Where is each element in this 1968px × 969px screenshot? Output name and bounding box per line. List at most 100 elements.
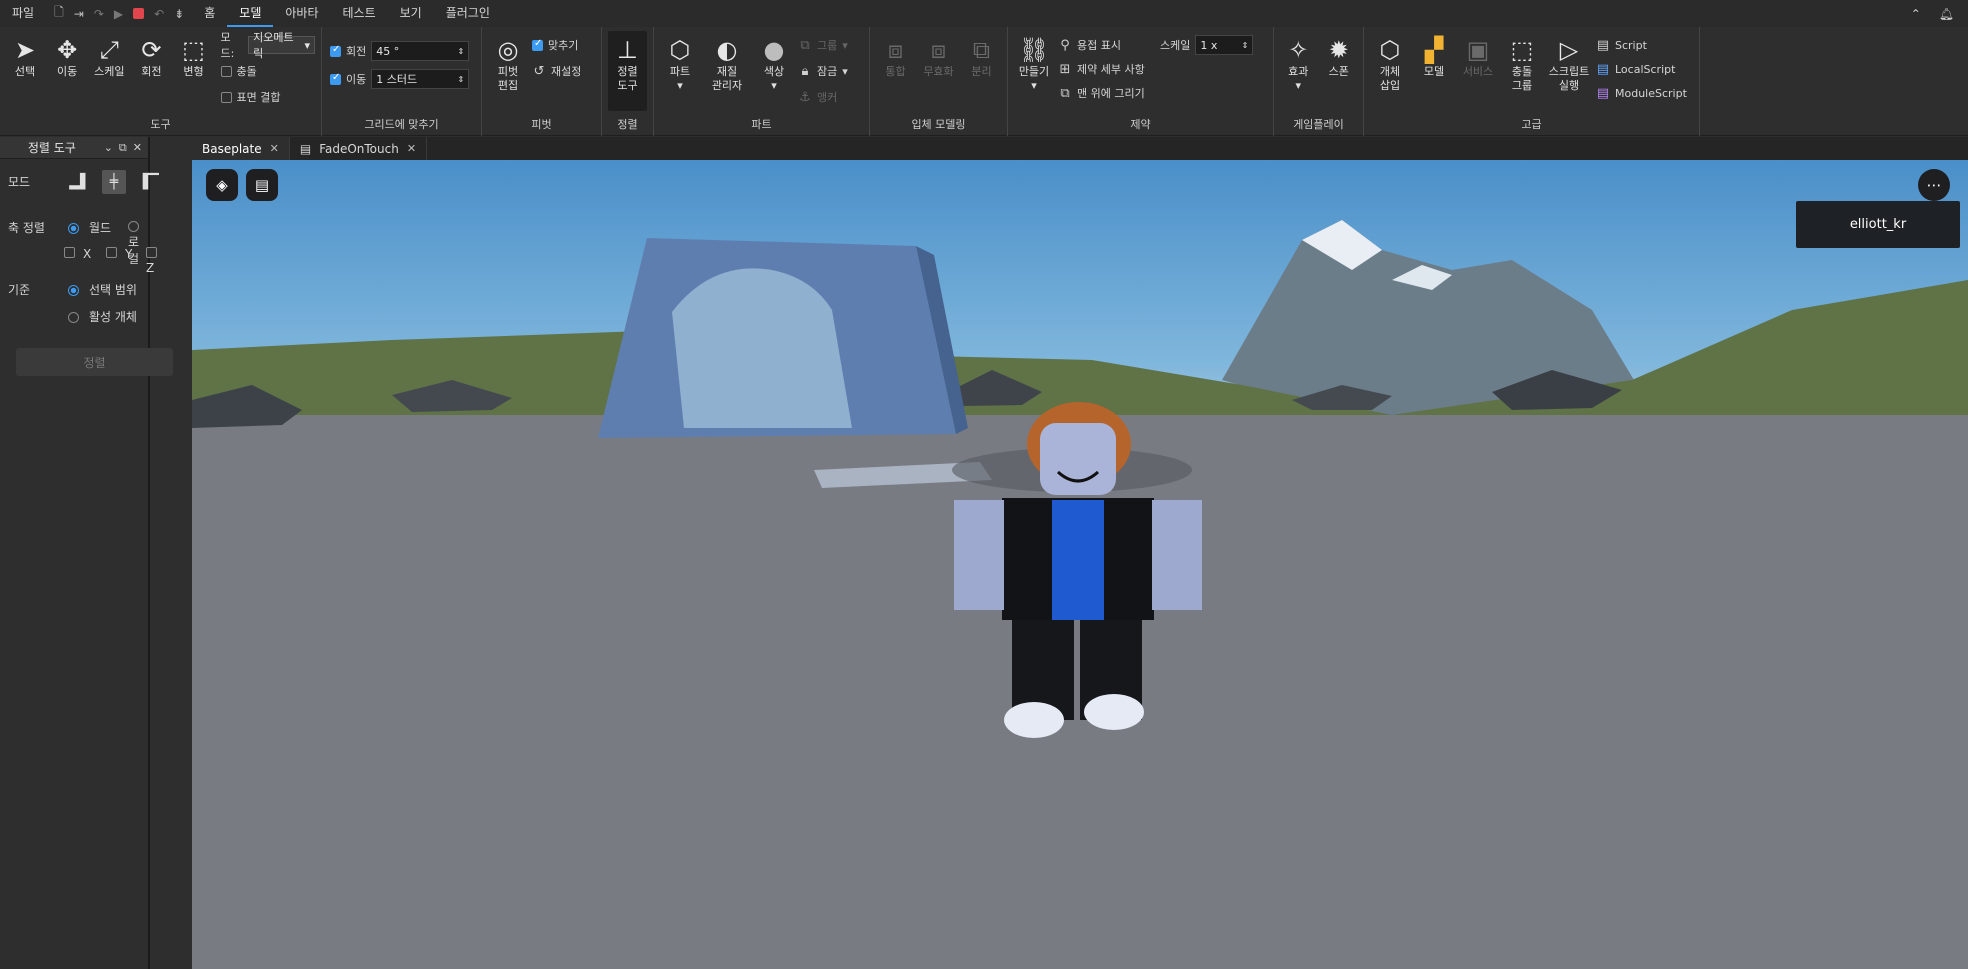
menu-avatar[interactable]: 아바타: [273, 0, 330, 27]
script-icon: ▤: [1596, 37, 1610, 53]
tab-baseplate[interactable]: Baseplate ✕: [192, 137, 290, 160]
pivot-snap-checkbox[interactable]: [532, 38, 543, 51]
module-script-button[interactable]: ModuleScript: [1615, 87, 1687, 100]
reset-pivot-button[interactable]: 재설정: [551, 63, 581, 79]
script-button[interactable]: Script: [1615, 39, 1647, 52]
constraint-details-button[interactable]: 제약 세부 사항: [1077, 61, 1145, 77]
menu-model[interactable]: 모델: [227, 0, 274, 27]
reset-icon: ↺: [533, 63, 545, 79]
y-axis-checkbox[interactable]: Y: [106, 247, 132, 261]
mode-dropdown[interactable]: 지오메트릭 ▾: [248, 31, 315, 60]
new-file-icon[interactable]: 🗋: [54, 3, 64, 24]
panel-menu-icon[interactable]: ⌄: [104, 141, 113, 154]
spinner-icon[interactable]: ⇕: [1242, 41, 1249, 50]
play-icon[interactable]: ▶: [114, 7, 123, 21]
relative-to-label: 기준: [8, 283, 31, 297]
move-snap-input[interactable]: 1 스터드 ⇕: [371, 69, 470, 89]
roblox-menu-icon[interactable]: ◈: [206, 169, 238, 201]
more-options-icon[interactable]: ⋯: [1918, 169, 1950, 201]
panel-undock-icon[interactable]: ⧉: [119, 141, 127, 155]
menu-bar: 파일 🗋 ⇥ ↷ ▶ ↶ ⇟ 홈 모델 아바타 테스트 보기 플러그인 ⌃ 🔔︎: [0, 0, 1968, 27]
undo-icon[interactable]: ↶: [154, 7, 164, 21]
constraint-group: ⛓︎ 만들기 ▾ ⚲ 용접 표시 스케일 1 x ⇕ ⊞ 제약 세부 사항 ⧉ 맨 위에 그…: [1008, 27, 1274, 136]
module-script-icon: ▤: [1596, 85, 1610, 101]
menu-view[interactable]: 보기: [388, 0, 434, 27]
x-axis-checkbox[interactable]: X: [64, 247, 91, 261]
selection-bounds-radio[interactable]: 선택 범위: [68, 281, 137, 298]
spinner-icon[interactable]: ⇕: [458, 75, 465, 84]
spawn-icon: ✹: [1328, 36, 1349, 64]
player-list-entry[interactable]: elliott_kr: [1796, 201, 1960, 248]
local-script-icon: ▤: [1596, 61, 1610, 77]
avatar-left-shoe: [1004, 702, 1064, 738]
collapse-ribbon-icon[interactable]: ⌃: [1911, 7, 1921, 21]
align-icon: ⊥: [617, 36, 638, 64]
cube-icon: ⬡: [669, 36, 691, 64]
spinner-icon[interactable]: ⇕: [458, 47, 465, 56]
scale-icon: ⤢: [99, 36, 119, 64]
join-surfaces-checkbox[interactable]: [220, 91, 232, 103]
align-center-icon[interactable]: ╪: [102, 170, 126, 194]
chat-icon[interactable]: ▤: [246, 169, 278, 201]
menu-plugins[interactable]: 플러그인: [434, 0, 502, 27]
close-tab-icon[interactable]: ✕: [407, 142, 416, 155]
local-script-button[interactable]: LocalScript: [1615, 63, 1675, 76]
grid-snap-group: 회전 45 °⇕ 이동 1 스터드⇕ 그리드에 맞추기: [322, 27, 482, 136]
avatar-head: [1040, 423, 1116, 495]
draw-on-top-button[interactable]: 맨 위에 그리기: [1077, 85, 1145, 101]
group-icon: ⧉: [800, 37, 810, 53]
align-tool[interactable]: ⊥ 정렬 도구: [608, 31, 647, 111]
notification-icon[interactable]: 🔔︎: [1939, 7, 1954, 21]
align-group: ⊥ 정렬 도구 정렬: [602, 27, 654, 136]
negate-icon: ⧈: [930, 36, 947, 64]
z-axis-checkbox[interactable]: Z: [146, 247, 165, 275]
constraint-icon: ⛓︎: [1018, 36, 1050, 64]
weld-icon: ⚲: [1060, 37, 1070, 53]
menu-file[interactable]: 파일: [0, 0, 46, 27]
rotate-snap-checkbox[interactable]: [330, 44, 341, 57]
show-welds-button[interactable]: 용접 표시: [1077, 37, 1121, 53]
panel-title: 정렬 도구: [27, 141, 76, 155]
document-tabs: Baseplate ✕ ▤ FadeOnTouch ✕: [192, 137, 1968, 160]
mode-label: 모드: [8, 175, 31, 189]
scene: [192, 220, 1968, 969]
group-button[interactable]: 그룹: [817, 37, 837, 53]
insert-object-icon: ⬡: [1379, 36, 1401, 64]
menu-test[interactable]: 테스트: [331, 0, 388, 27]
lock-icon: 🔒︎: [801, 63, 809, 79]
avatar-right-shoe: [1084, 694, 1144, 730]
service-icon: ▣: [1466, 36, 1490, 64]
constraint-scale-input[interactable]: 1 x ⇕: [1195, 35, 1254, 55]
move-snap-checkbox[interactable]: [330, 72, 341, 85]
collision-checkbox[interactable]: [220, 65, 232, 77]
rotate-snap-input[interactable]: 45 ° ⇕: [371, 41, 470, 61]
close-tab-icon[interactable]: ✕: [270, 142, 279, 155]
3d-viewport[interactable]: ◈ ▤ ⋯ elliott_kr: [192, 160, 1968, 969]
avatar-shirt: [1052, 500, 1104, 620]
menu-home[interactable]: 홈: [192, 0, 227, 27]
align-tool-panel: 정렬 도구 ⌄ ⧉ ✕ 모드 ▂▌ ╪ ▐▔ 축 정렬 월드 로컬 X Y Z …: [0, 137, 173, 969]
color-swatch-icon: ●: [763, 36, 785, 64]
align-button[interactable]: 정렬: [16, 348, 173, 376]
avatar-right-arm: [1152, 500, 1202, 610]
panel-close-icon[interactable]: ✕: [133, 141, 142, 154]
cursor-icon: ➤: [15, 36, 36, 64]
tab-fadeontouch[interactable]: ▤ FadeOnTouch ✕: [290, 137, 428, 160]
advanced-group: ⬡ 개체 삽입 ▞ 모델 ▣ 서비스 ⬚ 충돌 그룹 ▷ 스크립트 실행 ▤ Script …: [1364, 27, 1700, 136]
active-object-radio[interactable]: 활성 개체: [68, 308, 137, 325]
redo-icon[interactable]: ↷: [94, 7, 104, 21]
publish-icon[interactable]: ⇥: [74, 7, 84, 21]
lock-button[interactable]: 잠금: [817, 63, 837, 79]
script-icon: ▤: [299, 141, 312, 156]
run-script-icon: ▷: [1559, 36, 1579, 64]
align-min-icon[interactable]: ▂▌: [68, 170, 92, 194]
anchor-button[interactable]: 앵커: [817, 89, 837, 105]
axis-align-label: 축 정렬: [8, 221, 45, 235]
world-radio[interactable]: 월드: [68, 219, 111, 236]
align-max-icon[interactable]: ▐▔: [136, 170, 160, 194]
pivot-icon: ◎: [497, 36, 519, 64]
customize-icon[interactable]: ⇟: [174, 7, 184, 21]
collision-groups-icon: ⬚: [1510, 36, 1534, 64]
stop-icon[interactable]: [133, 8, 145, 19]
quick-access-toolbar: 🗋 ⇥ ↷ ▶ ↶ ⇟: [46, 3, 192, 24]
